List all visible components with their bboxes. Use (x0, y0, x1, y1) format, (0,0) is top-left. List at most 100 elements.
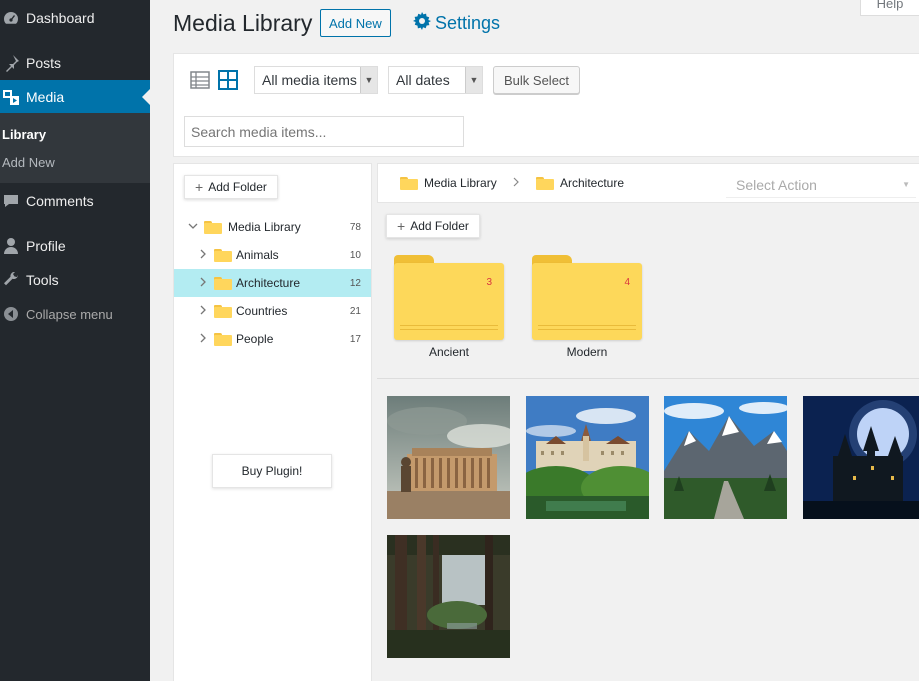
buy-plugin-button[interactable]: Buy Plugin! (212, 454, 332, 488)
menu-tools[interactable]: Tools (0, 263, 150, 297)
tree-root-media-library[interactable]: Media Library 78 (174, 213, 371, 241)
collapse-icon (0, 304, 22, 324)
submenu-library[interactable]: Library (2, 127, 46, 142)
folder-content-area: Media Library Architecture Select Action… (377, 163, 919, 681)
chevron-right-icon (512, 176, 520, 190)
breadcrumb-item-architecture[interactable]: Architecture (536, 176, 624, 190)
folder-icon (214, 276, 232, 290)
roman-monument-photo (387, 396, 510, 519)
mountain-road-photo (664, 396, 787, 519)
main-add-folder-button[interactable]: + Add Folder (386, 214, 480, 238)
tree-item-label: People (236, 332, 274, 346)
admin-sidebar: Dashboard Posts Media Library Add New Co… (0, 0, 150, 681)
date-select[interactable]: All dates ▼ (388, 66, 483, 94)
tree-item-architecture[interactable]: Architecture 12 (174, 269, 371, 297)
menu-comments[interactable]: Comments (0, 184, 150, 218)
menu-posts-label: Posts (26, 55, 62, 71)
tree-item-count: 10 (349, 249, 361, 261)
folder-name: Ancient (428, 345, 470, 359)
tree-item-animals[interactable]: Animals 10 (174, 241, 371, 269)
chevron-right-icon (198, 277, 208, 290)
media-thumbnail-mountain-road[interactable] (664, 396, 787, 519)
menu-comments-label: Comments (26, 193, 94, 209)
folder-icon (400, 176, 418, 190)
tree-add-folder-label: Add Folder (208, 180, 267, 194)
menu-dashboard[interactable]: Dashboard (0, 1, 150, 35)
media-icon (0, 87, 22, 107)
tree-root-label: Media Library (228, 220, 301, 234)
media-thumbnail-night-castle[interactable] (803, 396, 919, 519)
list-view-icon[interactable] (190, 70, 210, 90)
folder-icon (536, 176, 554, 190)
media-toolbar: All media items ▼ All dates ▼ Bulk Selec… (173, 53, 919, 157)
tree-item-people[interactable]: People 17 (174, 325, 371, 353)
select-action-label: Select Action (736, 176, 817, 193)
folder-icon: 4 (532, 263, 642, 340)
chevron-right-icon (198, 333, 208, 346)
user-icon (0, 236, 22, 256)
date-value: All dates (396, 72, 450, 88)
tree-item-label: Countries (236, 304, 288, 318)
tree-item-count: 21 (349, 305, 361, 317)
chevron-right-icon (198, 305, 208, 318)
submenu-add-new[interactable]: Add New (2, 155, 55, 170)
folder-icon: 3 (394, 263, 504, 340)
tree-add-folder-button[interactable]: + Add Folder (184, 175, 278, 199)
divider (377, 378, 919, 379)
menu-tools-label: Tools (26, 272, 59, 288)
comment-icon (0, 191, 22, 211)
tree-item-label: Architecture (236, 276, 301, 290)
folder-icon (214, 332, 232, 346)
media-thumbnail-forest[interactable] (387, 535, 510, 658)
folder-icon (204, 220, 222, 234)
wrench-icon (0, 270, 22, 290)
help-tab[interactable]: Help (860, 0, 919, 16)
plus-icon: + (397, 218, 406, 234)
menu-media-label: Media (26, 89, 65, 105)
menu-posts[interactable]: Posts (0, 46, 150, 80)
menu-collapse-label: Collapse menu (26, 306, 113, 322)
tree-item-countries[interactable]: Countries 21 (174, 297, 371, 325)
chevron-down-icon: ▼ (902, 180, 910, 189)
menu-profile-label: Profile (26, 238, 66, 254)
chevron-down-icon: ▼ (360, 67, 377, 93)
tree-root-count: 78 (349, 221, 361, 233)
menu-dashboard-label: Dashboard (26, 10, 95, 26)
main-add-folder-label: Add Folder (410, 219, 469, 233)
page-title: Media Library (173, 10, 313, 36)
folder-name: Modern (566, 345, 608, 359)
castle-lake-photo (526, 396, 649, 519)
folder-count: 3 (486, 277, 492, 288)
gear-icon (413, 12, 431, 35)
tree-item-count: 12 (349, 277, 361, 289)
select-action-dropdown[interactable]: Select Action ▼ (726, 172, 916, 198)
breadcrumb: Media Library Architecture Select Action… (377, 163, 919, 203)
tree-item-count: 17 (349, 333, 361, 345)
chevron-down-icon: ▼ (465, 67, 482, 93)
folder-tree-panel: + Add Folder Media Library 78 Animals 10… (173, 163, 372, 681)
add-new-button[interactable]: Add New (320, 9, 391, 37)
folder-icon (214, 248, 232, 262)
grid-view-icon[interactable] (218, 70, 238, 90)
media-type-select[interactable]: All media items ▼ (254, 66, 378, 94)
bulk-select-button[interactable]: Bulk Select (493, 66, 581, 94)
menu-collapse[interactable]: Collapse menu (0, 297, 150, 331)
settings-link[interactable]: Settings (413, 12, 500, 35)
plus-icon: + (195, 179, 204, 195)
media-type-value: All media items (262, 72, 357, 88)
dashboard-icon (0, 8, 22, 28)
media-thumbnail-castle-lake[interactable] (526, 396, 649, 519)
breadcrumb-item-media-library[interactable]: Media Library (400, 176, 497, 190)
media-submenu: Library Add New (0, 113, 150, 183)
folder-count: 4 (624, 277, 630, 288)
menu-media[interactable]: Media (0, 80, 150, 114)
tree-item-label: Animals (236, 248, 279, 262)
chevron-right-icon (198, 249, 208, 262)
search-input[interactable] (184, 116, 464, 147)
breadcrumb-label: Architecture (560, 176, 625, 190)
chevron-down-icon (188, 221, 198, 234)
menu-profile[interactable]: Profile (0, 229, 150, 263)
folder-icon (214, 304, 232, 318)
media-thumbnail-roman-monument[interactable] (387, 396, 510, 519)
breadcrumb-label: Media Library (424, 176, 497, 190)
